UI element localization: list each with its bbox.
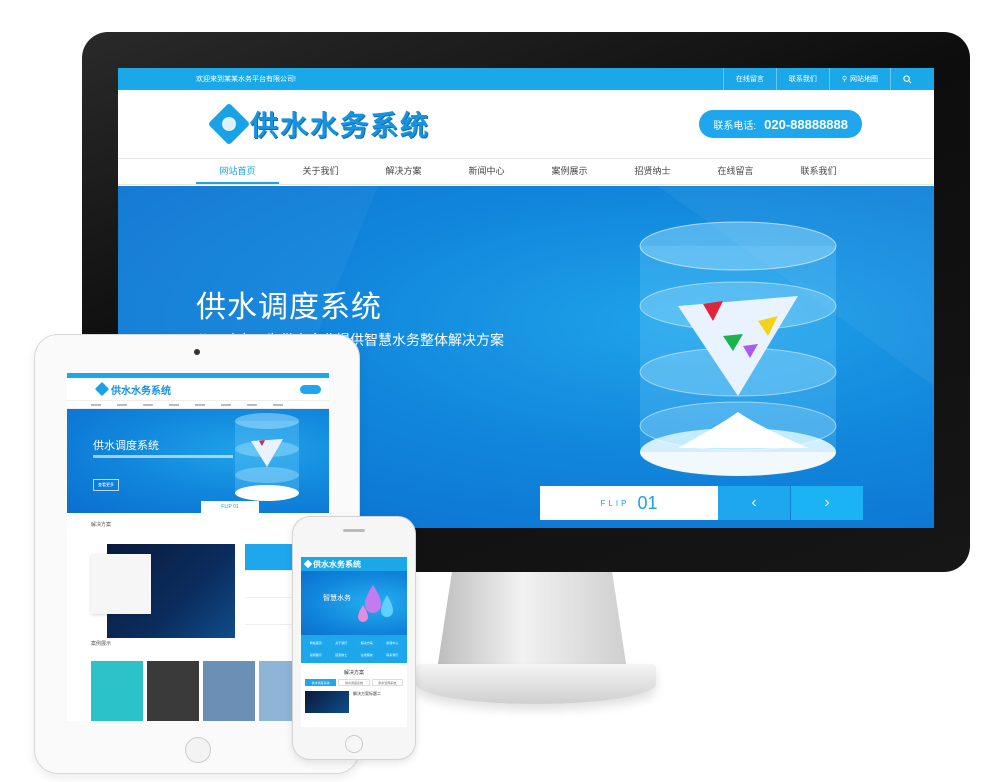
data-cylinder-graphic [639,221,837,476]
product-mockup: 欢迎来到某某水务平台有限公司! 在线留言 联系我们 ⚲ 网站地图 供水水务系统 … [0,0,1000,782]
phone-nav-grid: 网站首页 关于我们 解决方案 新闻中心 案例展示 招贤纳士 在线留言 联系我们 [301,635,407,663]
nav-message[interactable]: 在线留言 [694,159,777,184]
tablet-case-thumb[interactable] [203,661,255,721]
monitor-stand-neck [437,570,627,670]
tablet-solutions-title: 解决方案 [91,522,112,528]
phone-nav-item[interactable]: 关于我们 [329,638,353,648]
welcome-text: 欢迎来到某某水务平台有限公司! [196,76,296,83]
tablet-header: 供水水务系统 [67,378,329,400]
tablet-logo-icon [94,381,110,397]
phone-tab[interactable]: 供水管网系统 [371,679,403,686]
tablet-cases-row [67,661,329,721]
nav-home[interactable]: 网站首页 [196,159,279,184]
tablet-slide-counter: FLIP 01 [201,501,259,513]
flip-number: 01 [637,492,658,513]
phone-badge: 联系电话: 020-88888888 [699,110,862,138]
nav-solutions[interactable]: 解决方案 [362,159,445,184]
tablet-phone-badge [300,384,321,394]
slide-counter: FLIP 01 [540,486,718,520]
phone-home-button [345,735,363,753]
phone-nav-item[interactable]: 在线留言 [355,650,379,660]
phone-nav-item[interactable]: 新闻中心 [380,638,404,648]
nav-about[interactable]: 关于我们 [279,159,362,184]
tablet-nav [67,400,329,409]
tablet-more-button[interactable]: 查看更多 [93,479,119,491]
phone-tab[interactable]: 供水调度系统 [305,679,337,686]
tablet-solution-card[interactable] [91,554,151,614]
tablet-hero-title: 供水调度系统 [93,440,159,452]
phone-device: 供水水务系统 智慧水务 网站首页 关于我们 解决方案 新闻中心 案例展示 招贤纳… [292,516,416,760]
phone-item-thumbnail [305,691,349,713]
flip-label: FLIP [600,498,630,508]
phone-speaker [343,529,365,532]
top-bar: 欢迎来到某某水务平台有限公司! 在线留言 联系我们 ⚲ 网站地图 [118,68,934,90]
logo-text: 供水水务系统 [250,109,431,142]
tablet-solutions-section [67,528,329,638]
phone-item-title: 解决方案标题二 [353,691,381,696]
nav-careers[interactable]: 招贤纳士 [611,159,694,184]
tablet-case-thumb[interactable] [147,661,199,721]
chevron-left-icon: ‹ [751,494,757,511]
phone-nav-item[interactable]: 案例展示 [304,650,328,660]
main-nav: 网站首页 关于我们 解决方案 新闻中心 案例展示 招贤纳士 在线留言 联系我们 [118,158,934,185]
hero-title: 供水调度系统 [196,291,382,324]
slide-prev-button[interactable]: ‹ [718,486,790,520]
tablet-case-thumb[interactable] [91,661,143,721]
phone-tab[interactable]: 供水调度系统 [338,679,370,686]
nav-contact[interactable]: 联系我们 [777,159,860,184]
tablet-hero: 供水调度系统 查看更多 FLIP 01 [67,409,329,513]
phone-hero: 智慧水务 [301,571,407,635]
chevron-right-icon: › [824,494,830,511]
topbar-sitemap-label: 网站地图 [850,76,878,83]
phone-list-item[interactable]: 解决方案标题二 [301,689,407,715]
phone-logo-text: 供水水务系统 [313,559,361,569]
topbar-link-message[interactable]: 在线留言 [722,68,776,90]
tablet-logo-text: 供水水务系统 [111,385,171,397]
phone-nav-item[interactable]: 解决方案 [355,638,379,648]
tablet-camera [194,349,200,355]
slide-next-button[interactable]: › [791,486,863,520]
phone-number: 020-88888888 [764,116,848,132]
tablet-hero-subtitle [93,455,233,458]
topbar-link-sitemap[interactable]: ⚲ 网站地图 [828,68,890,90]
nav-news[interactable]: 新闻中心 [445,159,528,184]
phone-section-title: 解决方案 [343,670,364,676]
phone-hero-title: 智慧水务 [323,595,351,602]
topbar-link-contact[interactable]: 联系我们 [775,68,829,90]
location-pin-icon: ⚲ [841,76,847,83]
phone-nav-item[interactable]: 网站首页 [304,638,328,648]
search-icon[interactable] [890,68,924,90]
tablet-hero-illustration [235,413,299,501]
phone-nav-item[interactable]: 联系我们 [380,650,404,660]
logo-icon [207,102,251,146]
phone-screen: 供水水务系统 智慧水务 网站首页 关于我们 解决方案 新闻中心 案例展示 招贤纳… [301,557,407,727]
tablet-screen: 供水水务系统 供水调度系统 查看更多 FLIP 01 解决方案 案例展示 [67,373,329,721]
nav-cases[interactable]: 案例展示 [528,159,611,184]
monitor-stand-base [416,664,656,704]
site-logo[interactable]: 供水水务系统 [207,102,431,146]
tablet-home-button [185,737,211,763]
phone-nav-item[interactable]: 招贤纳士 [329,650,353,660]
phone-logo-icon [303,559,313,569]
phone-hero-illustration [358,585,393,622]
site-header: 供水水务系统 联系电话: 020-88888888 [118,90,934,158]
phone-label: 联系电话: [713,120,757,132]
phone-tabs: 供水调度系统 供水调度系统 供水管网系统 [301,676,407,689]
phone-header: 供水水务系统 [301,557,407,571]
